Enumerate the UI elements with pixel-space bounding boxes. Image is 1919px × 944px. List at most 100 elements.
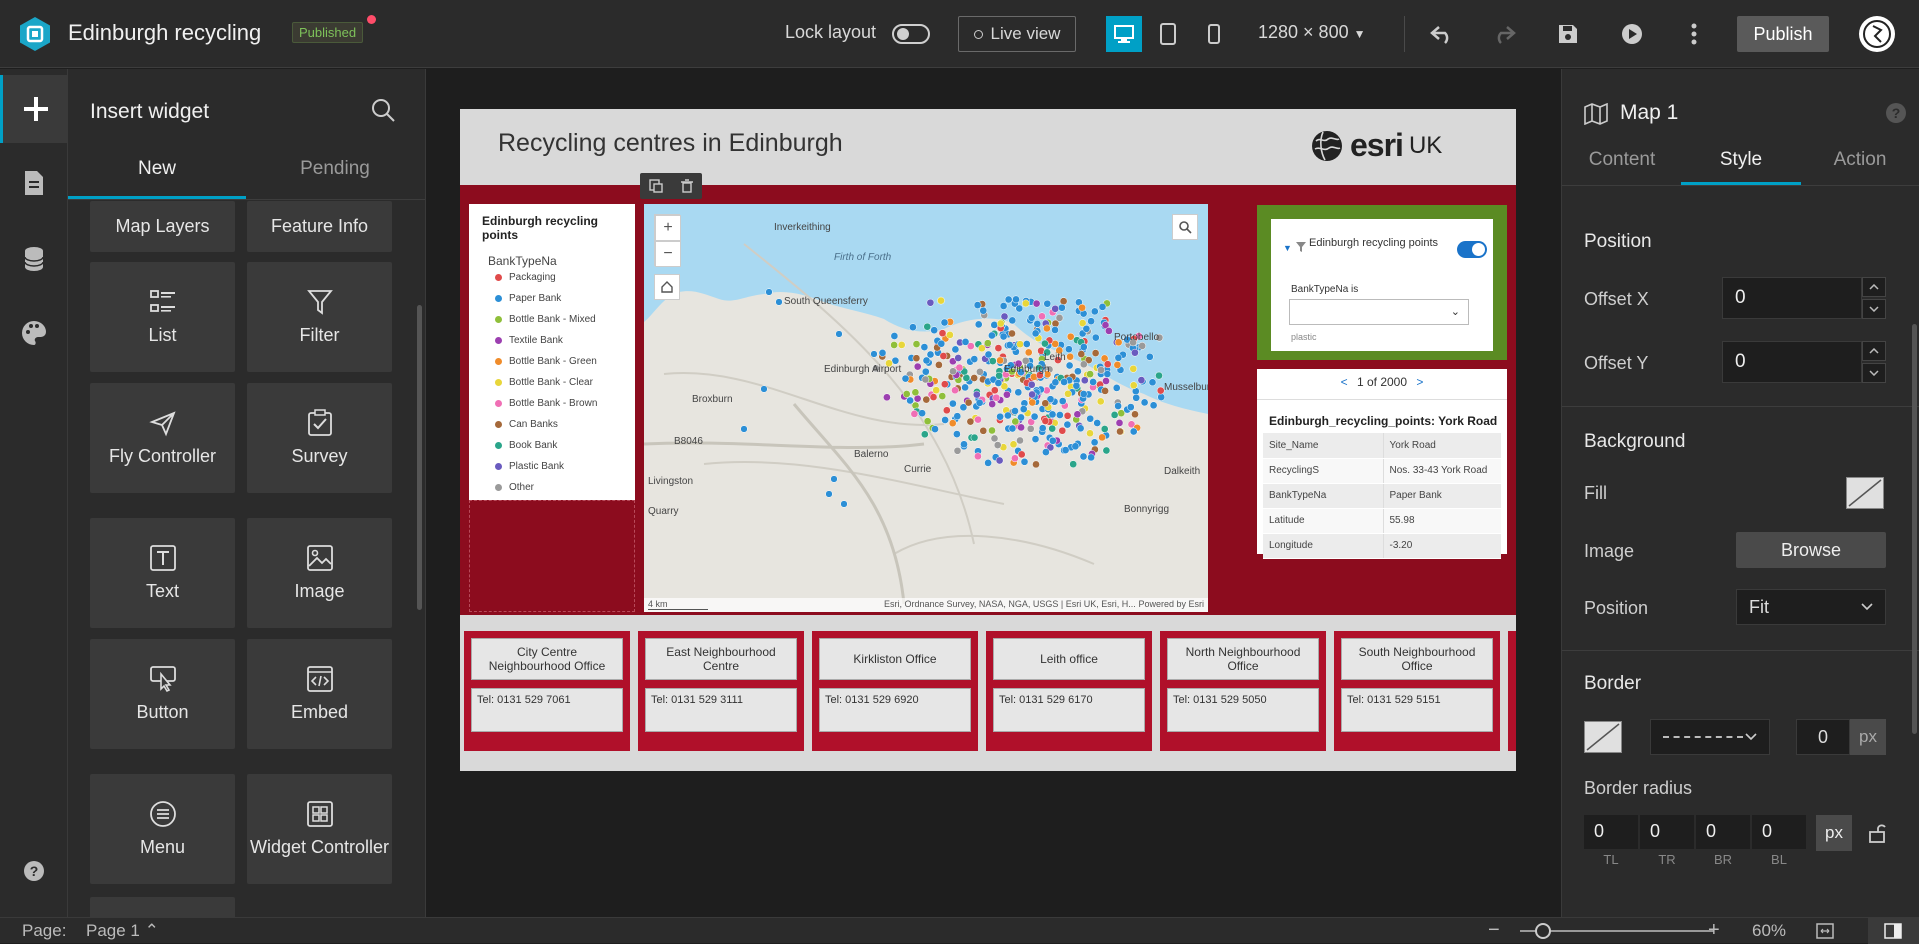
recycling-point[interactable]	[1093, 419, 1102, 427]
recycling-point[interactable]	[1098, 433, 1106, 442]
chevron-up-icon[interactable]	[1862, 277, 1886, 297]
recycling-point[interactable]	[1021, 299, 1030, 308]
recycling-point[interactable]	[1086, 414, 1095, 423]
home-button[interactable]	[654, 274, 680, 300]
widget-embed[interactable]: Embed	[247, 639, 392, 749]
publish-button[interactable]: Publish	[1737, 16, 1829, 52]
recycling-point[interactable]	[940, 318, 949, 327]
recycling-point[interactable]	[1022, 340, 1031, 348]
tab-new[interactable]: New	[68, 158, 246, 180]
recycling-point[interactable]	[999, 302, 1008, 310]
recycling-point[interactable]	[883, 393, 891, 402]
recycling-point[interactable]	[972, 390, 981, 399]
recycling-point[interactable]	[1009, 440, 1018, 449]
recycling-point[interactable]	[935, 361, 943, 369]
recycling-point[interactable]	[964, 398, 973, 407]
resolution-select[interactable]: 1280 × 800 ▼	[1258, 22, 1366, 43]
recycling-point[interactable]	[1014, 388, 1023, 397]
recycling-point[interactable]	[970, 433, 979, 442]
search-widget-button[interactable]	[370, 97, 398, 125]
widget-text[interactable]: Text	[90, 518, 235, 628]
zoom-in-button[interactable]: +	[655, 215, 681, 241]
recycling-point[interactable]	[1064, 389, 1072, 398]
recycling-point[interactable]	[1079, 390, 1088, 398]
properties-scrollbar[interactable]	[1912, 324, 1917, 734]
recycling-point[interactable]	[939, 352, 948, 360]
recycling-point[interactable]	[975, 398, 984, 407]
recycling-point[interactable]	[1051, 326, 1059, 334]
recycling-point[interactable]	[911, 388, 920, 397]
recycling-point[interactable]	[995, 371, 1003, 380]
recycling-point[interactable]	[1090, 438, 1099, 447]
recycling-point[interactable]	[923, 322, 932, 331]
help-icon[interactable]: ?	[1886, 103, 1906, 123]
recycling-point[interactable]	[1079, 452, 1088, 461]
recycling-point[interactable]	[996, 319, 1005, 328]
recycling-point[interactable]	[1008, 424, 1017, 433]
page-selector[interactable]: Page 1 ⌃	[86, 921, 159, 941]
recycling-point[interactable]	[1140, 398, 1149, 407]
trash-icon[interactable]	[680, 179, 694, 193]
recycling-point[interactable]	[1051, 378, 1060, 387]
recycling-point[interactable]	[976, 367, 984, 376]
recycling-point[interactable]	[1145, 352, 1154, 361]
recycling-point[interactable]	[1061, 446, 1070, 454]
recycling-point[interactable]	[973, 301, 982, 309]
recycling-point[interactable]	[922, 356, 931, 365]
recycling-points-layer[interactable]	[644, 204, 1208, 612]
recycling-point[interactable]	[1149, 401, 1158, 410]
recycling-point[interactable]	[940, 380, 949, 389]
recycling-point[interactable]	[979, 426, 988, 435]
radius-input-br[interactable]: 0	[1696, 815, 1750, 849]
tablet-view-button[interactable]	[1150, 16, 1186, 52]
recycling-point[interactable]	[994, 379, 1003, 387]
recycling-point[interactable]	[938, 329, 947, 338]
unlock-icon[interactable]	[1868, 823, 1886, 843]
recycling-point[interactable]	[942, 406, 951, 415]
save-button[interactable]	[1552, 18, 1584, 50]
recycling-point[interactable]	[941, 416, 949, 424]
recycling-point[interactable]	[979, 306, 988, 315]
zoom-in-button[interactable]: +	[1708, 919, 1720, 942]
recycling-point[interactable]	[1126, 403, 1135, 411]
recycling-point[interactable]	[988, 331, 996, 340]
recycling-point[interactable]	[920, 430, 929, 439]
recycling-point[interactable]	[1079, 343, 1088, 351]
fill-color-swatch[interactable]	[1846, 477, 1884, 509]
recycling-point[interactable]	[1028, 398, 1037, 407]
recycling-point[interactable]	[1073, 410, 1082, 419]
recycling-point[interactable]	[1048, 410, 1057, 419]
recycling-point[interactable]	[912, 354, 921, 363]
redo-button[interactable]	[1488, 18, 1520, 50]
recycling-point[interactable]	[1096, 397, 1105, 406]
recycling-point[interactable]	[1056, 411, 1064, 419]
recycling-point[interactable]	[921, 375, 930, 384]
mobile-view-button[interactable]	[1196, 16, 1232, 52]
lock-layout-toggle[interactable]	[892, 24, 930, 44]
recycling-point[interactable]	[1066, 352, 1074, 361]
map-search-button[interactable]	[1172, 214, 1198, 240]
recycling-point[interactable]	[1155, 371, 1163, 380]
recycling-point[interactable]	[996, 412, 1004, 421]
recycling-point[interactable]	[1076, 424, 1085, 433]
recycling-point[interactable]	[1043, 299, 1052, 308]
recycling-point[interactable]	[1008, 316, 1017, 325]
browse-button[interactable]: Browse	[1736, 532, 1886, 568]
recycling-point[interactable]	[955, 363, 964, 372]
border-color-swatch[interactable]	[1584, 721, 1622, 753]
recycling-point[interactable]	[960, 440, 968, 449]
recycling-point[interactable]	[1071, 442, 1080, 451]
widget-fly-controller[interactable]: Fly Controller	[90, 383, 235, 493]
offset-y-stepper[interactable]	[1862, 341, 1886, 383]
desktop-view-button[interactable]	[1106, 16, 1142, 52]
recycling-point[interactable]	[1086, 429, 1094, 438]
recycling-point[interactable]	[1131, 348, 1139, 357]
copy-icon[interactable]	[648, 179, 663, 193]
tab-style[interactable]: Style	[1681, 149, 1801, 171]
recycling-point[interactable]	[920, 343, 929, 351]
widget-filter[interactable]: Filter	[247, 262, 392, 372]
recycling-point[interactable]	[937, 339, 946, 348]
recycling-point[interactable]	[1131, 410, 1139, 419]
more-options-button[interactable]	[1678, 18, 1710, 50]
rail-help-button[interactable]: ?	[0, 837, 68, 905]
